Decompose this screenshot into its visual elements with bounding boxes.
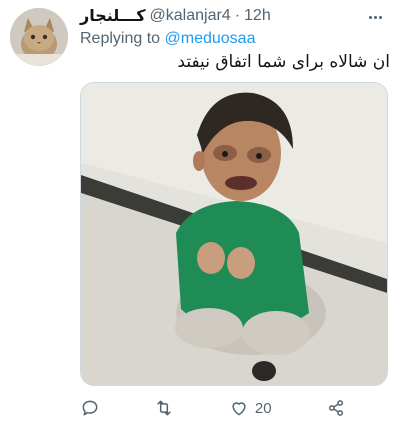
tweet-text: ان شالاه برای شما اتفاق نیفتد — [177, 52, 390, 72]
share-button[interactable] — [326, 398, 346, 418]
reply-icon — [82, 400, 98, 416]
replying-to-handle[interactable]: @meduosaa — [165, 30, 256, 47]
avatar[interactable] — [10, 8, 68, 66]
replying-to-label: Replying to — [80, 30, 161, 47]
display-name[interactable]: کـــلنجار — [80, 6, 146, 26]
retweet-button[interactable] — [154, 398, 174, 418]
like-icon — [232, 402, 246, 416]
separator-dot: · — [234, 7, 241, 24]
photo-child-in-green-sweater — [81, 83, 387, 385]
like-button[interactable]: 20 — [229, 398, 272, 418]
timestamp[interactable]: 12h — [244, 7, 271, 25]
tweet-header: کـــلنجار @kalanjar4 · 12h — [80, 4, 390, 28]
retweet-icon — [157, 400, 172, 416]
tweet-media-image[interactable] — [80, 82, 388, 386]
user-handle[interactable]: @kalanjar4 — [150, 7, 231, 25]
share-icon — [328, 400, 344, 416]
tweet-actions: 20 — [80, 396, 346, 420]
cat-avatar-image — [10, 8, 68, 66]
more-options-icon[interactable] — [366, 8, 384, 26]
replying-to-line: Replying to @meduosaa — [80, 30, 255, 48]
reply-button[interactable] — [80, 398, 100, 418]
like-count: 20 — [254, 399, 272, 417]
